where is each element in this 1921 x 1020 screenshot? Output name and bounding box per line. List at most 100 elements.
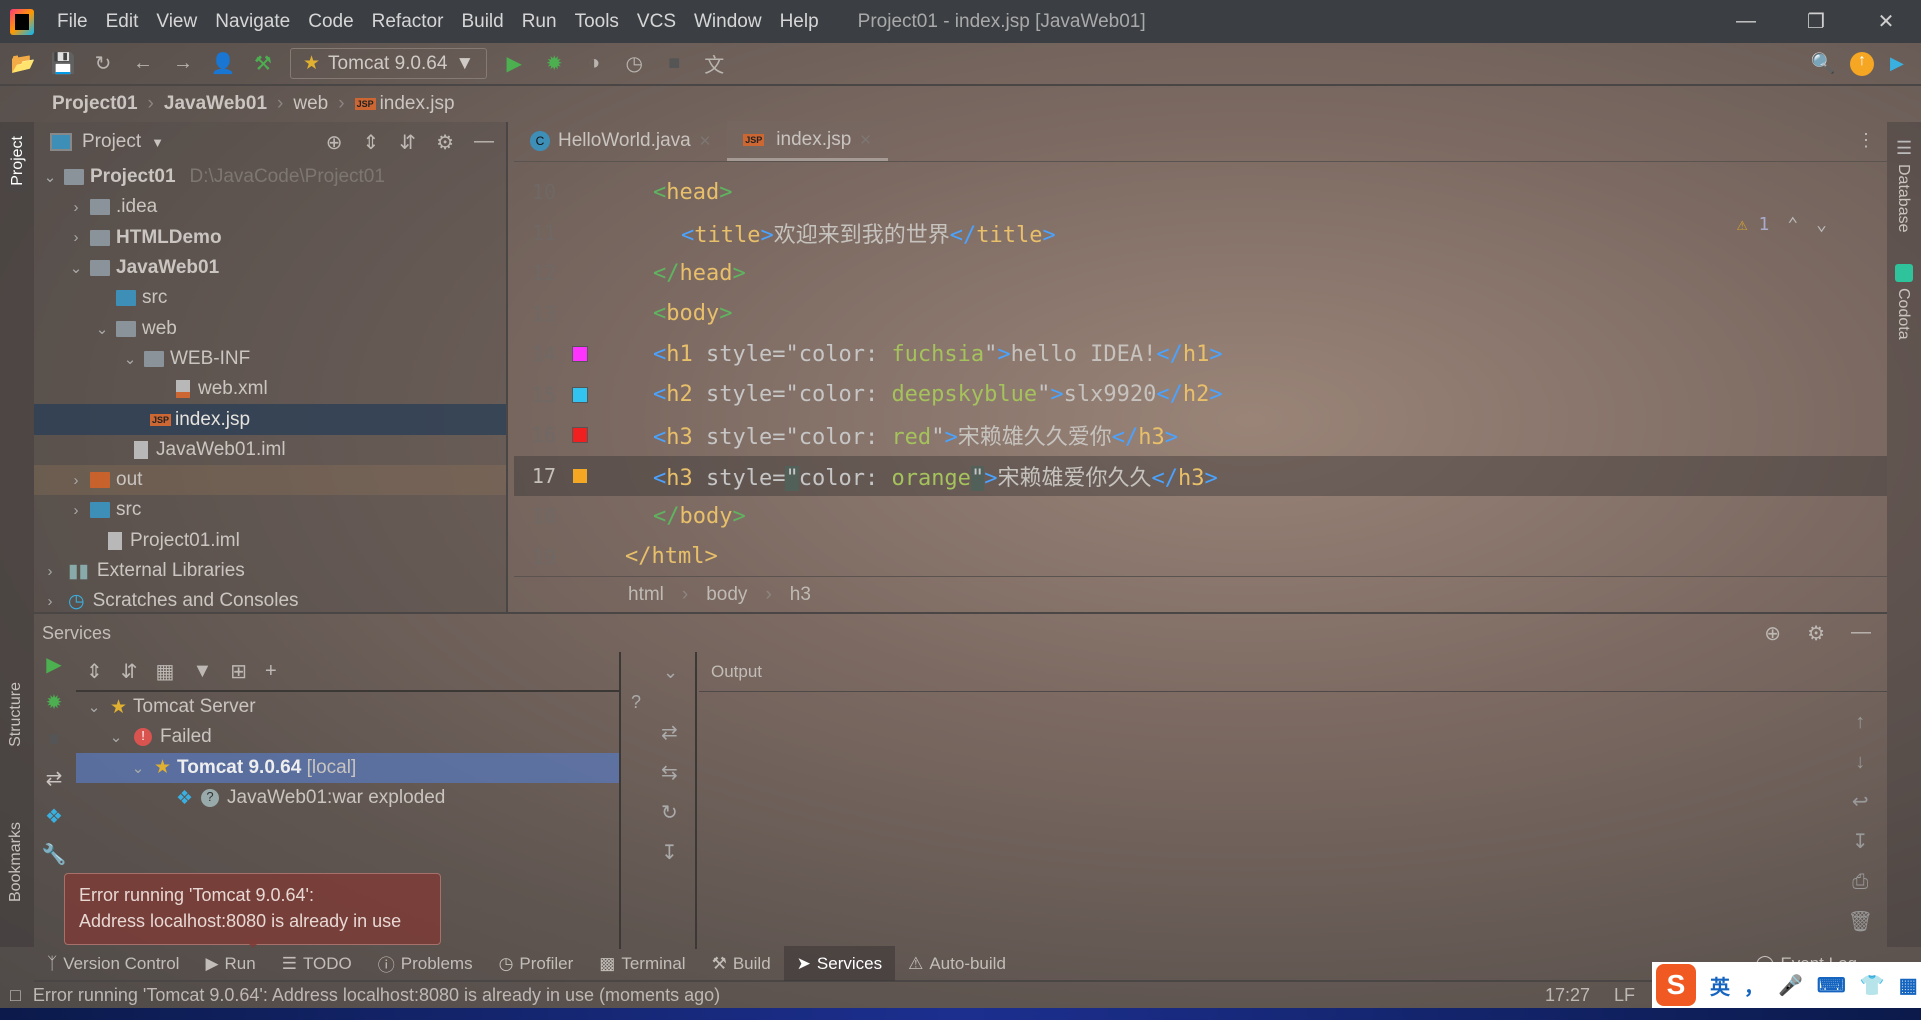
run-icon[interactable]: ▶ <box>34 652 74 690</box>
tree-item[interactable]: JavaWeb01.iml <box>34 435 506 465</box>
menu-window[interactable]: Window <box>685 11 771 33</box>
forward-icon[interactable]: → <box>170 52 196 75</box>
chevron-down-icon[interactable]: ▼ <box>151 135 164 150</box>
tree-item-selected[interactable]: JSP index.jsp <box>34 404 506 435</box>
tree-item[interactable]: › out <box>34 464 506 496</box>
locate-icon[interactable]: ⊕ <box>1764 621 1781 646</box>
close-tab-icon[interactable]: ✕ <box>859 131 872 149</box>
status-toggle-icon[interactable]: □ <box>10 985 21 1006</box>
caret-position[interactable]: 17:27 <box>1545 985 1590 1006</box>
side-tab-bookmarks[interactable]: Bookmarks <box>7 822 25 902</box>
tree-item[interactable]: ⌄ web <box>34 313 506 343</box>
side-tab-codota[interactable]: Codota <box>1894 288 1912 340</box>
tab-index-jsp[interactable]: JSP index.jsp ✕ <box>727 121 888 161</box>
menu-tools[interactable]: Tools <box>566 11 628 33</box>
close-button[interactable]: ✕ <box>1851 0 1921 43</box>
open-folder-icon[interactable]: 📂 <box>10 51 36 76</box>
more-tabs-icon[interactable]: ⋮ <box>1845 130 1887 161</box>
tool-terminal[interactable]: ▩ Terminal <box>586 946 698 981</box>
gear-icon[interactable]: ⚙ <box>1807 621 1825 646</box>
tool-todo[interactable]: ☰ TODO <box>269 946 365 981</box>
tree-item[interactable]: › src <box>34 495 506 525</box>
menu-run[interactable]: Run <box>513 11 566 33</box>
toolbox-icon[interactable]: ▦ <box>1899 973 1918 998</box>
expand-all-icon[interactable]: ⇕ <box>86 659 103 684</box>
tool-problems[interactable]: ⓘ Problems <box>365 946 486 981</box>
tree-item[interactable]: ⌄ WEB-INF <box>34 344 506 374</box>
update-icon[interactable]: ↑ <box>1850 51 1874 76</box>
plugin-icon[interactable]: ▶ <box>1890 53 1904 74</box>
side-tab-structure[interactable]: Structure <box>7 682 25 747</box>
coverage-icon[interactable]: ◑ <box>581 52 607 75</box>
keyboard-icon[interactable]: ⌨ <box>1817 973 1846 998</box>
crumb-body[interactable]: body <box>706 584 747 606</box>
scroll-up-icon[interactable]: ↑ <box>1848 702 1873 742</box>
tree-item[interactable]: ⌄ Project01 D:\JavaCode\Project01 <box>34 162 506 192</box>
status-message[interactable]: Error running 'Tomcat 9.0.64': Address l… <box>33 985 720 1006</box>
deploy-icon[interactable]: ⇄ <box>661 713 695 753</box>
ime-language[interactable]: 英 <box>1710 971 1730 1000</box>
debug-icon[interactable]: ✹ <box>541 51 567 76</box>
scroll-down-icon[interactable]: ↓ <box>1848 742 1873 782</box>
menu-navigate[interactable]: Navigate <box>206 11 299 33</box>
group-icon[interactable]: ▦ <box>156 659 175 684</box>
service-item[interactable]: ⌄! Failed <box>76 722 619 752</box>
menu-vcs[interactable]: VCS <box>628 11 685 33</box>
menu-view[interactable]: View <box>147 11 206 33</box>
service-item[interactable]: ⌄ ★ Tomcat Server <box>76 692 619 722</box>
help-icon[interactable]: ? <box>623 692 695 713</box>
side-tab-project[interactable]: Project <box>7 130 29 192</box>
update-deploy-icon[interactable]: ↧ <box>661 833 695 873</box>
run-configuration-dropdown[interactable]: ★ Tomcat 9.0.64 ▼ <box>290 48 488 79</box>
punctuation-icon[interactable]: ， <box>1744 971 1764 1000</box>
side-tab-database[interactable]: Database <box>1894 164 1912 233</box>
color-swatch[interactable] <box>572 346 588 363</box>
sogou-logo-icon[interactable]: S <box>1656 964 1696 1006</box>
gear-icon[interactable]: ⚙ <box>436 130 454 155</box>
tool-profiler[interactable]: ◷ Profiler <box>486 946 587 981</box>
menu-edit[interactable]: Edit <box>97 11 148 33</box>
tab-helloworld-java[interactable]: C HelloWorld.java ✕ <box>514 121 727 161</box>
tool-version-control[interactable]: ᛉ Version Control <box>34 946 192 981</box>
chevron-down-icon[interactable]: ⌄ <box>623 652 695 692</box>
crumb-h3[interactable]: h3 <box>790 584 811 606</box>
breadcrumb-file[interactable]: JSP index.jsp <box>354 93 455 115</box>
tool-services[interactable]: ➤ Services <box>783 946 896 981</box>
menu-refactor[interactable]: Refactor <box>363 11 453 33</box>
menu-help[interactable]: Help <box>771 11 828 33</box>
color-swatch[interactable] <box>572 427 588 444</box>
deploy-icon[interactable]: ⇄ <box>34 766 74 804</box>
tool-build[interactable]: ⚒ Build <box>699 946 784 981</box>
color-swatch[interactable] <box>572 386 588 403</box>
hide-icon[interactable]: — <box>1851 621 1871 646</box>
crumb-html[interactable]: html <box>628 584 664 606</box>
back-icon[interactable]: ← <box>130 52 156 75</box>
menu-code[interactable]: Code <box>299 11 362 33</box>
expand-all-icon[interactable]: ⇕ <box>363 130 380 155</box>
tree-item[interactable]: ⌄ JavaWeb01 <box>34 253 506 283</box>
collapse-all-icon[interactable]: ⇵ <box>399 130 416 155</box>
tree-item[interactable]: Project01.iml <box>34 526 506 556</box>
save-icon[interactable]: 💾 <box>50 51 76 76</box>
service-item-selected[interactable]: ⌄ ★ Tomcat 9.0.64 [local] <box>76 752 619 783</box>
breadcrumb-folder[interactable]: web <box>293 93 328 115</box>
print-icon[interactable]: ⎙ <box>1848 862 1873 902</box>
code-area[interactable]: ⚠ 1 ⌃ ⌄ 10 <head> 11 <title>欢迎来到我的世界</title>… <box>514 162 1887 569</box>
menu-file[interactable]: File <box>48 11 97 33</box>
line-separator[interactable]: LF <box>1614 985 1635 1006</box>
search-icon[interactable]: 🔍 <box>1810 51 1836 76</box>
collapse-all-icon[interactable]: ⇵ <box>121 659 138 684</box>
tree-item[interactable]: web.xml <box>34 374 506 404</box>
refresh-icon[interactable]: ↻ <box>661 793 695 833</box>
add-icon[interactable]: + <box>265 660 277 683</box>
build-hammer-icon[interactable]: ⚒ <box>250 51 276 76</box>
project-view-selector[interactable]: Project <box>82 131 141 153</box>
skin-icon[interactable]: 👕 <box>1860 973 1885 998</box>
trash-icon[interactable]: 🗑 <box>1848 902 1873 942</box>
hide-icon[interactable]: — <box>474 130 494 155</box>
tree-item[interactable]: › HTMLDemo <box>34 223 506 253</box>
minimize-button[interactable]: — <box>1711 0 1781 43</box>
tree-item[interactable]: › .idea <box>34 192 506 222</box>
artifact-icon[interactable]: ❖ <box>34 804 74 842</box>
tool-run[interactable]: ▶ Run <box>192 946 268 981</box>
